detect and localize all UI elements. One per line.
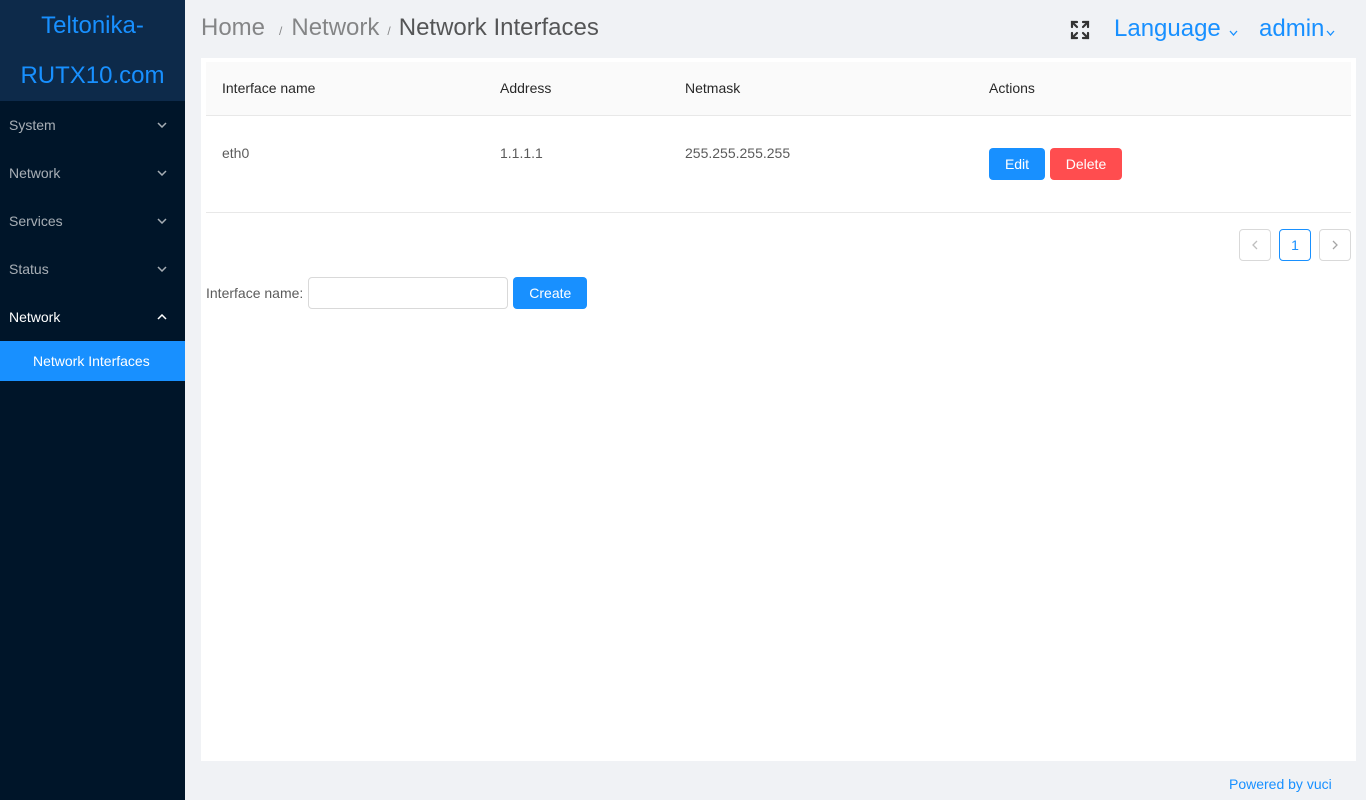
interface-name-input[interactable] — [308, 277, 509, 309]
language-label: Language — [1114, 15, 1221, 42]
sidebar-subitem-network-interfaces[interactable]: Network Interfaces — [0, 341, 185, 381]
user-label: admin — [1259, 15, 1325, 42]
sidebar: Teltonika- RUTX10.com System Network Ser… — [0, 0, 185, 800]
sidebar-item-system[interactable]: System — [0, 101, 185, 149]
sidebar-item-network[interactable]: Network — [0, 149, 185, 197]
chevron-down-icon — [157, 216, 167, 226]
table-header: Interface name Address Netmask Actions — [206, 62, 1351, 116]
breadcrumb-separator: / — [279, 24, 283, 38]
user-dropdown[interactable]: admin — [1259, 15, 1335, 43]
sidebar-item-label: Services — [9, 213, 63, 229]
chevron-down-icon — [157, 264, 167, 274]
create-button[interactable]: Create — [513, 277, 588, 309]
column-header-interface-name: Interface name — [222, 80, 316, 96]
chevron-down-icon — [1326, 25, 1335, 39]
chevron-left-icon — [1252, 240, 1258, 250]
cell-address: 1.1.1.1 — [500, 145, 543, 161]
pagination-prev-button[interactable] — [1239, 229, 1271, 261]
sidebar-item-services[interactable]: Services — [0, 197, 185, 245]
chevron-down-icon — [157, 168, 167, 178]
chevron-right-icon — [1332, 240, 1338, 250]
sidebar-item-status[interactable]: Status — [0, 245, 185, 293]
sidebar-item-label: System — [9, 117, 56, 133]
breadcrumb-network[interactable]: Network — [291, 14, 379, 42]
pagination-page-1[interactable]: 1 — [1279, 229, 1311, 261]
table-row: eth0 1.1.1.1 255.255.255.255 Edit Delete — [206, 116, 1351, 213]
create-form: Interface name: Create — [206, 277, 588, 309]
footer-powered-by[interactable]: Powered by vuci — [1229, 776, 1332, 792]
cell-interface-name: eth0 — [222, 145, 250, 161]
breadcrumb-separator: / — [387, 24, 391, 38]
sidebar-item-label: Network — [9, 309, 61, 325]
interface-name-label: Interface name: — [206, 285, 304, 301]
chevron-down-icon — [1229, 25, 1238, 39]
breadcrumb: Home / Network / Network Interfaces — [201, 14, 599, 42]
column-header-address: Address — [500, 80, 552, 96]
logo-line-2: RUTX10.com — [20, 61, 165, 89]
interfaces-table: Interface name Address Netmask Actions e… — [206, 62, 1351, 213]
chevron-up-icon — [157, 312, 167, 322]
main-content: Interface name Address Netmask Actions e… — [201, 58, 1356, 761]
chevron-down-icon — [157, 120, 167, 130]
sidebar-item-network-open[interactable]: Network — [0, 293, 185, 341]
fullscreen-icon[interactable] — [1069, 19, 1093, 43]
logo[interactable]: Teltonika- RUTX10.com — [0, 0, 185, 101]
sidebar-subitem-label: Network Interfaces — [33, 353, 150, 369]
sidebar-item-label: Network — [9, 165, 61, 181]
cell-netmask: 255.255.255.255 — [685, 145, 791, 161]
column-header-netmask: Netmask — [685, 80, 741, 96]
breadcrumb-home[interactable]: Home — [201, 14, 265, 42]
edit-button[interactable]: Edit — [989, 148, 1045, 180]
column-header-actions: Actions — [989, 80, 1035, 96]
sidebar-item-label: Status — [9, 261, 49, 277]
pagination-next-button[interactable] — [1319, 229, 1351, 261]
delete-button[interactable]: Delete — [1050, 148, 1122, 180]
language-dropdown[interactable]: Language — [1114, 15, 1238, 43]
header: Home / Network / Network Interfaces Lang… — [185, 0, 1366, 58]
breadcrumb-current: Network Interfaces — [398, 14, 599, 41]
logo-line-1: Teltonika- — [41, 11, 144, 39]
